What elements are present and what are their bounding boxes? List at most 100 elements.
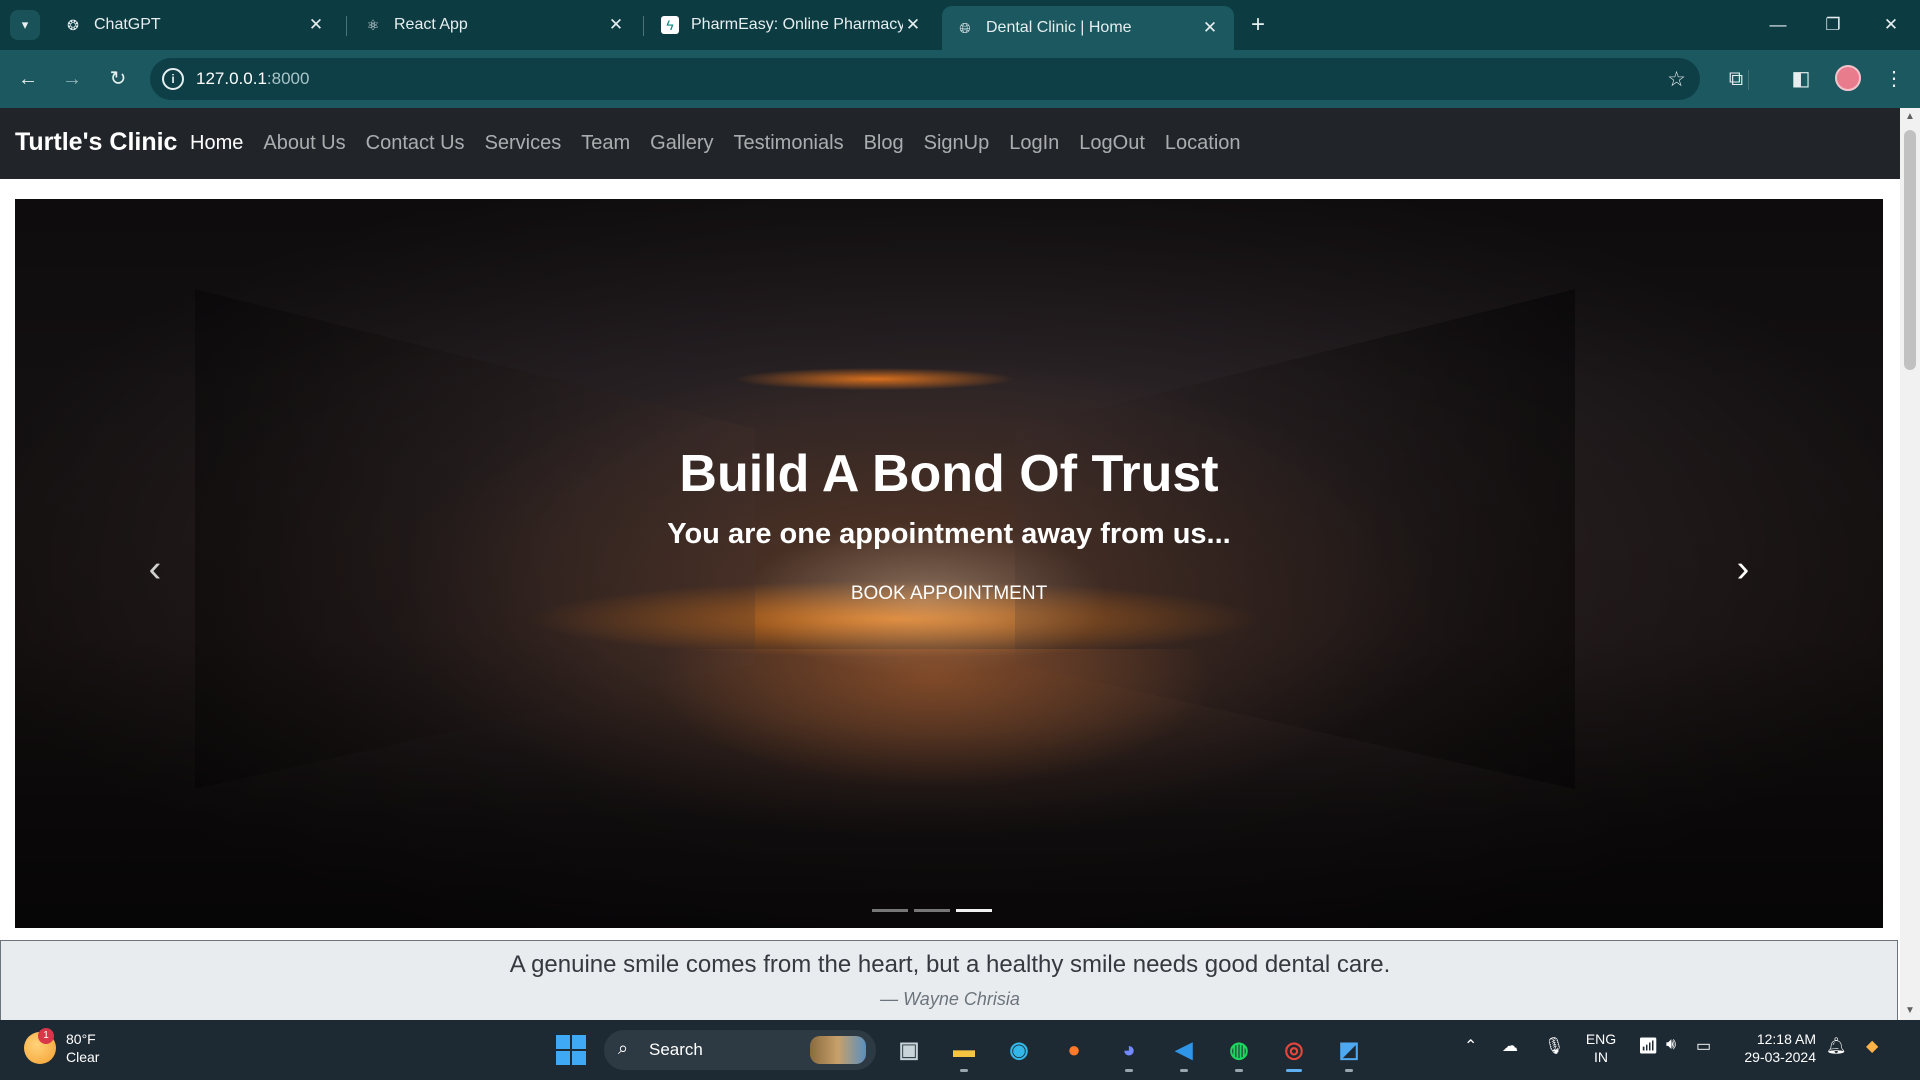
paint-app-icon[interactable]: ◩ — [1329, 1030, 1369, 1072]
region-code: IN — [1594, 1049, 1608, 1065]
tab-search-button[interactable]: ▾ — [10, 10, 40, 40]
taskbar-search[interactable]: ⌕ Search — [604, 1030, 876, 1070]
show-hidden-icons-chevron-icon[interactable]: ⌃ — [1464, 1036, 1477, 1056]
notifications-bell-icon[interactable]: 🔔︎ — [1826, 1036, 1846, 1056]
tab-chatgpt[interactable]: ❂ ChatGPT ✕ — [50, 6, 340, 44]
weather-description: Clear — [66, 1049, 100, 1065]
clock-time: 12:18 AM — [1756, 1031, 1816, 1047]
pharmeasy-icon: ϟ — [661, 16, 679, 34]
task-view-icon[interactable]: ▣ — [889, 1030, 929, 1070]
firefox-icon[interactable]: ● — [1054, 1030, 1094, 1070]
site-brand[interactable]: Turtle's Clinic — [15, 128, 177, 157]
back-button[interactable]: ← — [12, 63, 44, 95]
weather-text: 80°F Clear — [66, 1030, 99, 1066]
onedrive-cloud-icon[interactable]: ☁ — [1502, 1036, 1518, 1056]
language-indicator[interactable]: ENG IN — [1584, 1030, 1618, 1066]
nav-home[interactable]: Home — [190, 132, 243, 155]
tab-divider — [346, 16, 347, 36]
nav-services[interactable]: Services — [485, 132, 562, 155]
close-tab-icon[interactable]: ✕ — [1200, 18, 1220, 38]
profile-avatar[interactable] — [1835, 65, 1861, 91]
globe-icon: 🌐︎ — [959, 19, 971, 36]
taskbar-search-label: Search — [649, 1040, 703, 1059]
scroll-down-arrow-icon[interactable]: ▼ — [1900, 1002, 1920, 1020]
hero-carousel: Build A Bond Of Trust You are one appoin… — [15, 199, 1883, 928]
close-tab-icon[interactable]: ✕ — [306, 15, 326, 35]
nav-contact-us[interactable]: Contact Us — [366, 132, 465, 155]
carousel-indicator-2[interactable] — [914, 909, 950, 912]
carousel-prev-icon[interactable]: ‹ — [135, 544, 175, 594]
microphone-icon[interactable]: 🎙︎ — [1544, 1036, 1564, 1056]
discord-icon[interactable]: ◕ — [1109, 1030, 1149, 1072]
carousel-indicator-3[interactable] — [956, 909, 992, 912]
nav-logout[interactable]: LogOut — [1079, 132, 1145, 155]
browser-tab-strip: ▾ ❂ ChatGPT ✕ ⚛ React App ✕ ϟ PharmEasy:… — [0, 0, 1920, 50]
weather-widget[interactable]: 1 80°F Clear — [24, 1028, 99, 1066]
carousel-indicator-1[interactable] — [872, 909, 908, 912]
scroll-up-arrow-icon[interactable]: ▲ — [1900, 108, 1920, 126]
address-bar[interactable]: i 127.0.0.1:8000 ☆ — [150, 58, 1700, 100]
nav-blog[interactable]: Blog — [864, 132, 904, 155]
vscode-icon[interactable]: ◀ — [1164, 1030, 1204, 1072]
nav-location[interactable]: Location — [1165, 132, 1241, 155]
windows-start-icon[interactable] — [556, 1035, 586, 1065]
nav-login[interactable]: LogIn — [1009, 132, 1059, 155]
nav-team[interactable]: Team — [581, 132, 630, 155]
forward-button[interactable]: → — [56, 63, 88, 95]
tab-title: Dental Clinic | Home — [986, 19, 1132, 36]
chatgpt-icon: ❂ — [67, 16, 79, 33]
image-vignette — [15, 199, 1883, 928]
system-clock[interactable]: 12:18 AM 29-03-2024 — [1734, 1030, 1816, 1066]
reload-button[interactable]: ↻ — [102, 63, 134, 95]
weather-moon-icon: 1 — [24, 1028, 56, 1064]
restore-button[interactable]: ❐ — [1808, 8, 1858, 42]
tab-pharmeasy[interactable]: ϟ PharmEasy: Online Pharmacy & ✕ — [647, 6, 937, 44]
spotify-icon[interactable]: ◍ — [1219, 1030, 1259, 1072]
chrome-icon[interactable]: ◎ — [1274, 1030, 1314, 1072]
nav-gallery[interactable]: Gallery — [650, 132, 713, 155]
file-explorer-icon[interactable]: ▬ — [944, 1030, 984, 1072]
edge-browser-icon[interactable]: ◉ — [999, 1030, 1039, 1070]
tab-dental-clinic[interactable]: 🌐︎ Dental Clinic | Home ✕ — [942, 6, 1234, 50]
quote-text: A genuine smile comes from the heart, bu… — [509, 951, 1391, 978]
tab-title: React App — [394, 16, 468, 33]
book-appointment-button[interactable]: BOOK APPOINTMENT — [849, 579, 1049, 609]
page-viewport: Turtle's Clinic Home About Us Contact Us… — [0, 108, 1900, 1020]
bookmark-star-icon[interactable]: ☆ — [1667, 67, 1686, 92]
search-highlight-image — [810, 1036, 866, 1064]
nav-about-us[interactable]: About Us — [263, 132, 345, 155]
hero-title: Build A Bond Of Trust — [679, 445, 1219, 503]
scroll-thumb[interactable] — [1904, 130, 1916, 370]
quote-box: A genuine smile comes from the heart, bu… — [0, 940, 1898, 1020]
extensions-icon[interactable]: ⧉ — [1721, 64, 1751, 94]
page-scrollbar[interactable]: ▲ ▼ — [1900, 108, 1920, 1020]
quote-author: — Wayne Chrisia — [880, 989, 1020, 1009]
nav-testimonials[interactable]: Testimonials — [734, 132, 844, 155]
minimize-button[interactable]: — — [1753, 8, 1803, 42]
browser-menu-icon[interactable]: ⋮ — [1879, 64, 1909, 94]
site-navbar: Turtle's Clinic Home About Us Contact Us… — [0, 108, 1900, 179]
language-code: ENG — [1585, 1031, 1617, 1047]
wifi-icon[interactable]: 📶︎ — [1638, 1036, 1658, 1056]
side-panel-icon[interactable]: ◧ — [1786, 64, 1816, 94]
new-tab-button[interactable]: + — [1244, 10, 1272, 40]
clock-date: 29-03-2024 — [1744, 1049, 1816, 1065]
volume-icon[interactable]: 🔊︎ — [1666, 1036, 1676, 1054]
windows-taskbar: 1 80°F Clear ⌕ Search ▣ ▬ ◉ ● ◕ ◀ ◍ ◎ ◩ … — [0, 1020, 1920, 1080]
site-info-icon[interactable]: i — [162, 68, 184, 90]
url-port: :8000 — [266, 69, 310, 88]
close-tab-icon[interactable]: ✕ — [903, 15, 923, 35]
copilot-icon[interactable]: ◆ — [1866, 1036, 1878, 1056]
battery-icon[interactable]: ▭ — [1696, 1036, 1711, 1056]
carousel-next-icon[interactable]: › — [1723, 544, 1763, 594]
tab-title: PharmEasy: Online Pharmacy & — [691, 16, 903, 33]
nav-signup[interactable]: SignUp — [924, 132, 990, 155]
close-window-button[interactable]: ✕ — [1866, 8, 1916, 42]
weather-badge: 1 — [38, 1028, 54, 1044]
url-text[interactable]: 127.0.0.1:8000 — [196, 69, 309, 89]
tab-react-app[interactable]: ⚛ React App ✕ — [350, 6, 640, 44]
nav-links: Home About Us Contact Us Services Team G… — [190, 132, 1261, 155]
chevron-down-icon: ▾ — [21, 17, 29, 32]
weather-temperature: 80°F — [66, 1031, 96, 1047]
close-tab-icon[interactable]: ✕ — [606, 15, 626, 35]
